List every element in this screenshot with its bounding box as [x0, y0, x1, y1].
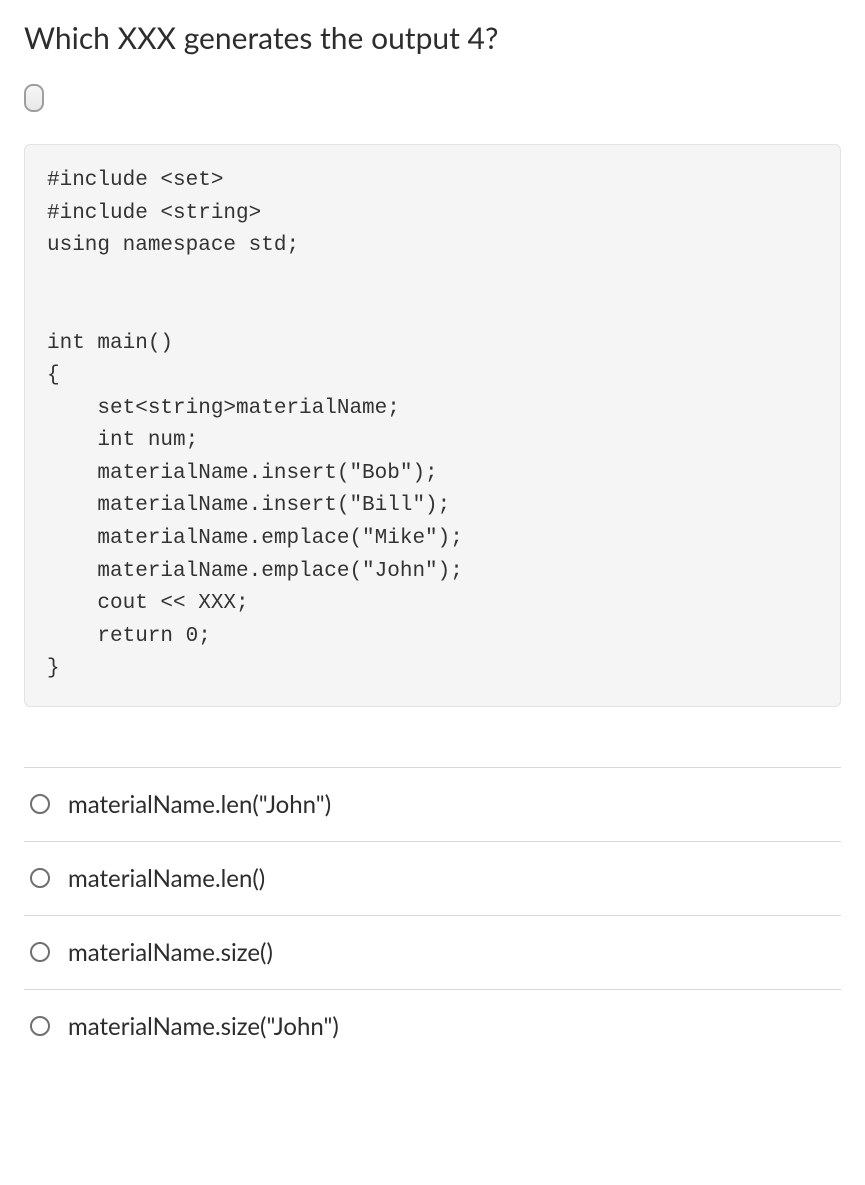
option-label: materialName.len("John"): [68, 790, 331, 819]
radio-icon[interactable]: [30, 1016, 50, 1036]
option-row[interactable]: materialName.size("John"): [24, 989, 841, 1063]
option-label: materialName.len(): [68, 864, 265, 893]
option-row[interactable]: materialName.len(): [24, 841, 841, 915]
bookmark-icon[interactable]: [24, 84, 44, 112]
question-title: Which XXX generates the output 4?: [24, 20, 841, 56]
radio-icon[interactable]: [30, 868, 50, 888]
answer-options: materialName.len("John") materialName.le…: [24, 767, 841, 1063]
option-row[interactable]: materialName.len("John"): [24, 767, 841, 841]
radio-icon[interactable]: [30, 794, 50, 814]
radio-icon[interactable]: [30, 942, 50, 962]
option-label: materialName.size(): [68, 938, 273, 967]
option-label: materialName.size("John"): [68, 1012, 339, 1041]
flag-button-wrap: [24, 84, 841, 116]
code-block: #include <set> #include <string> using n…: [24, 144, 841, 707]
option-row[interactable]: materialName.size(): [24, 915, 841, 989]
